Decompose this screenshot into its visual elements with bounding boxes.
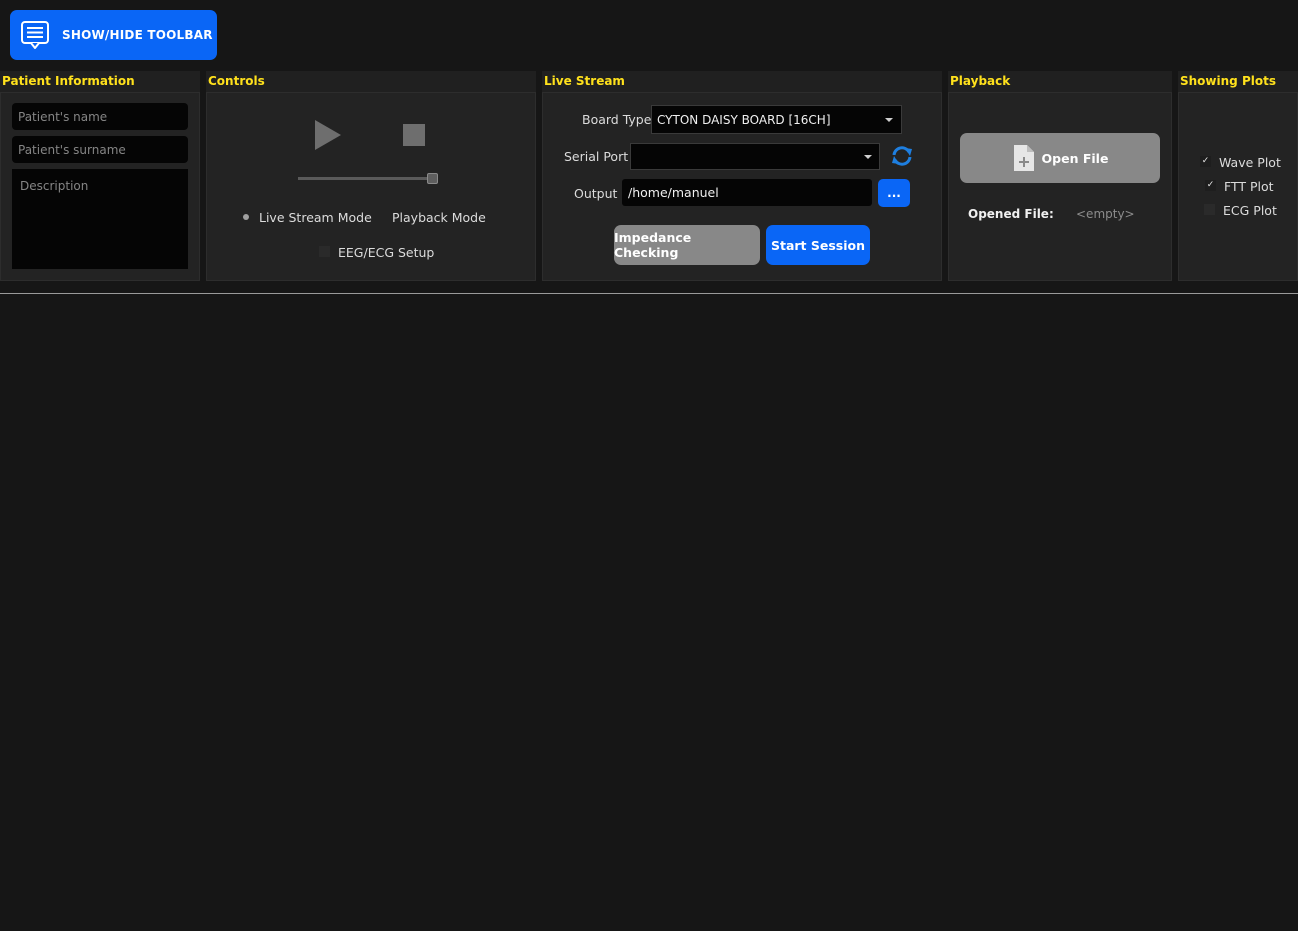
eeg-setup-label[interactable]: EEG/ECG Setup bbox=[338, 245, 434, 260]
patient-panel-title: Patient Information bbox=[2, 74, 135, 88]
patient-name-input[interactable] bbox=[12, 103, 188, 130]
live-panel-title: Live Stream bbox=[544, 74, 625, 88]
live-mode-radio[interactable] bbox=[243, 214, 249, 220]
playback-panel bbox=[948, 92, 1172, 281]
playback-mode-label[interactable]: Playback Mode bbox=[392, 210, 486, 225]
refresh-icon[interactable] bbox=[890, 145, 914, 167]
open-file-label: Open File bbox=[1041, 150, 1109, 166]
opened-file-value: <empty> bbox=[1076, 207, 1135, 221]
show-hide-toolbar-button[interactable]: SHOW/HIDE TOOLBAR bbox=[10, 10, 217, 60]
impedance-checking-button[interactable]: Impedance Checking bbox=[614, 225, 760, 265]
playback-panel-title: Playback bbox=[950, 74, 1011, 88]
ftt-plot-label[interactable]: FTT Plot bbox=[1224, 179, 1274, 194]
board-type-label: Board Type bbox=[582, 112, 652, 127]
toolbar-icon bbox=[21, 21, 49, 49]
browse-output-button[interactable]: ... bbox=[878, 179, 910, 207]
ftt-plot-checkbox[interactable]: ✓ bbox=[1205, 180, 1216, 191]
plot-area bbox=[0, 294, 1298, 931]
chevron-down-icon bbox=[864, 154, 872, 159]
patient-surname-input[interactable] bbox=[12, 136, 188, 163]
controls-panel-title: Controls bbox=[208, 74, 265, 88]
plots-panel-title: Showing Plots bbox=[1180, 74, 1276, 88]
board-type-value: CYTON DAISY BOARD [16CH] bbox=[657, 112, 831, 127]
stop-icon[interactable] bbox=[403, 124, 425, 146]
patient-description-input[interactable] bbox=[12, 169, 188, 269]
toolbar-toggle-label: SHOW/HIDE TOOLBAR bbox=[62, 28, 213, 42]
output-path-input[interactable] bbox=[622, 179, 872, 206]
playback-slider-handle[interactable] bbox=[427, 173, 438, 184]
opened-file-label: Opened File: bbox=[968, 207, 1054, 221]
live-mode-label[interactable]: Live Stream Mode bbox=[259, 210, 372, 225]
open-file-button[interactable]: Open File bbox=[960, 133, 1160, 183]
ecg-plot-label[interactable]: ECG Plot bbox=[1223, 203, 1277, 218]
chevron-down-icon bbox=[885, 117, 893, 122]
serial-port-label: Serial Port bbox=[564, 149, 629, 164]
wave-plot-label[interactable]: Wave Plot bbox=[1219, 155, 1281, 170]
eeg-setup-checkbox[interactable] bbox=[319, 246, 330, 257]
playback-slider-track[interactable] bbox=[298, 177, 438, 180]
board-type-select[interactable]: CYTON DAISY BOARD [16CH] bbox=[651, 105, 902, 134]
file-add-icon bbox=[1013, 145, 1034, 171]
ecg-plot-checkbox[interactable] bbox=[1204, 204, 1215, 215]
wave-plot-checkbox[interactable]: ✓ bbox=[1200, 156, 1211, 167]
output-label: Output bbox=[574, 186, 618, 201]
play-icon[interactable] bbox=[313, 119, 343, 151]
serial-port-select[interactable] bbox=[630, 143, 880, 170]
start-session-button[interactable]: Start Session bbox=[766, 225, 870, 265]
